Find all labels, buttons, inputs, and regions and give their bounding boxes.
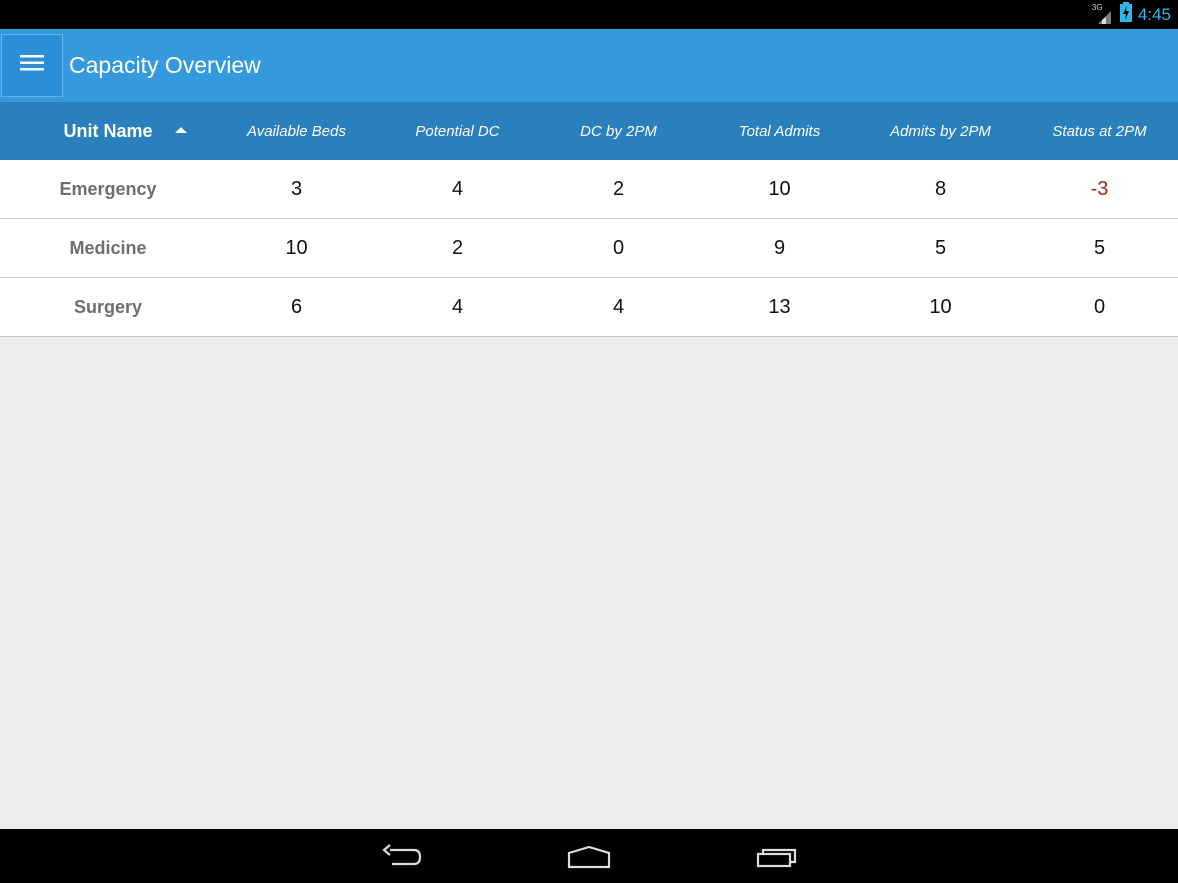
column-header-dc-by-2pm[interactable]: DC by 2PM <box>538 102 699 160</box>
column-header-unit-name[interactable]: Unit Name <box>0 102 216 160</box>
home-icon <box>566 843 612 876</box>
table-row-emergency[interactable]: Emergency 3 4 2 10 8 -3 <box>0 160 1178 219</box>
back-button[interactable] <box>380 843 424 876</box>
column-header-total-admits[interactable]: Total Admits <box>699 102 860 160</box>
cell-available-beds: 6 <box>290 295 303 318</box>
cell-dc-by-2pm: 0 <box>612 236 625 259</box>
cell-status-at-2pm: -3 <box>1090 177 1109 200</box>
table-header: Unit Name Available Beds Potential DC DC… <box>0 102 1178 160</box>
column-header-admits-by-2pm[interactable]: Admits by 2PM <box>860 102 1021 160</box>
cell-total-admits: 9 <box>773 236 786 259</box>
column-header-status-at-2pm[interactable]: Status at 2PM <box>1021 102 1178 160</box>
app-bar: Capacity Overview <box>0 29 1178 102</box>
cell-unit-name: Emergency <box>59 178 157 199</box>
table-row-medicine[interactable]: Medicine 10 2 0 9 5 5 <box>0 219 1178 278</box>
status-icons: 3G 4:45 <box>1092 0 1171 29</box>
signal-3g-icon: 3G <box>1092 3 1114 25</box>
column-header-label: Unit Name <box>63 120 153 141</box>
column-header-available-beds[interactable]: Available Beds <box>216 102 377 160</box>
navigation-bar <box>0 829 1178 883</box>
cell-unit-name: Surgery <box>73 296 143 317</box>
back-icon <box>380 843 424 876</box>
cell-available-beds: 3 <box>290 177 303 200</box>
home-button[interactable] <box>566 843 612 876</box>
status-time: 4:45 <box>1137 4 1171 24</box>
table-row-surgery[interactable]: Surgery 6 4 4 13 10 0 <box>0 278 1178 337</box>
battery-charging-icon <box>1119 2 1132 27</box>
cell-dc-by-2pm: 2 <box>612 177 625 200</box>
table-body: Emergency 3 4 2 10 8 -3 Medicine 10 2 0 … <box>0 160 1178 337</box>
cell-admits-by-2pm: 10 <box>929 295 952 318</box>
cell-potential-dc: 2 <box>451 236 464 259</box>
cell-potential-dc: 4 <box>451 295 464 318</box>
cell-admits-by-2pm: 5 <box>934 236 947 259</box>
cell-total-admits: 13 <box>768 295 791 318</box>
cell-dc-by-2pm: 4 <box>612 295 625 318</box>
sort-ascending-icon <box>175 127 187 133</box>
cell-status-at-2pm: 0 <box>1093 295 1106 318</box>
cell-unit-name: Medicine <box>69 237 147 258</box>
cell-status-at-2pm: 5 <box>1093 236 1106 259</box>
menu-button[interactable] <box>1 34 63 97</box>
cell-potential-dc: 4 <box>451 177 464 200</box>
column-header-potential-dc[interactable]: Potential DC <box>377 102 538 160</box>
cell-admits-by-2pm: 8 <box>934 177 947 200</box>
recent-apps-icon <box>754 843 800 876</box>
hamburger-menu-icon <box>20 54 44 77</box>
recent-apps-button[interactable] <box>754 843 800 876</box>
page-title: Capacity Overview <box>69 52 261 78</box>
cell-available-beds: 10 <box>285 236 308 259</box>
cell-total-admits: 10 <box>768 177 791 200</box>
status-bar: 3G 4:45 <box>0 0 1178 29</box>
